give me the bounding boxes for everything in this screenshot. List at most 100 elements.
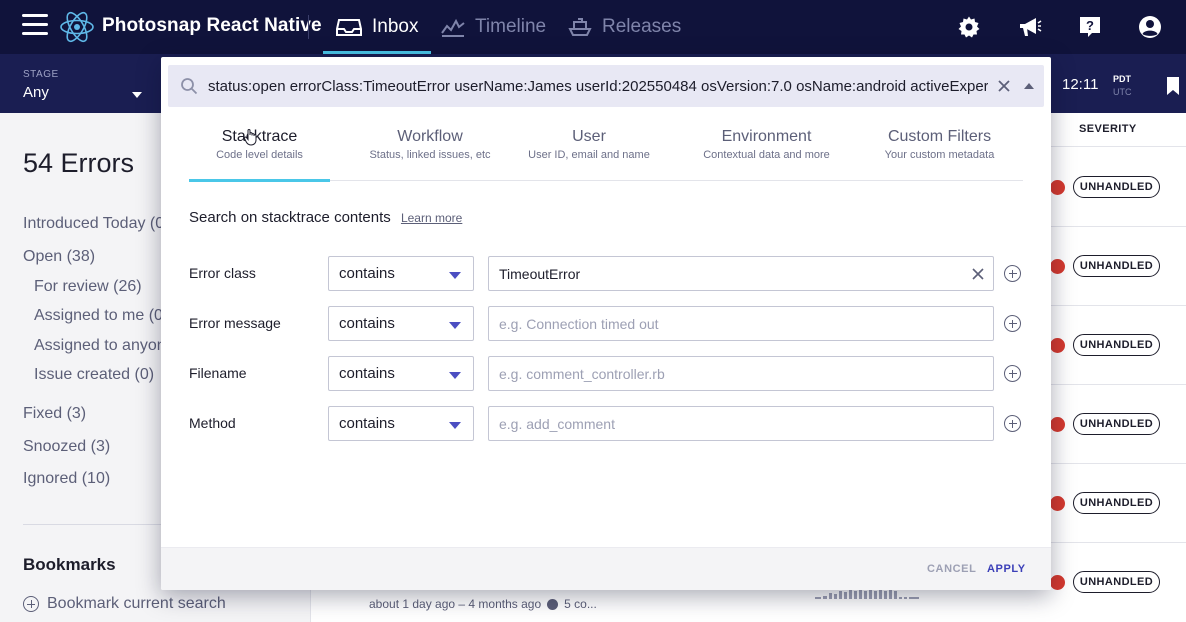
tab-stacktrace-title: Stacktrace bbox=[221, 128, 298, 145]
error-message-input[interactable] bbox=[488, 306, 994, 341]
add-circle-icon bbox=[23, 596, 39, 612]
sidebar-item-introduced-today[interactable]: Introduced Today (0) bbox=[23, 215, 169, 233]
sidebar-item-snoozed[interactable]: Snoozed (3) bbox=[23, 438, 110, 456]
error-class-operator-value: contains bbox=[339, 265, 395, 282]
tab-timeline[interactable]: Timeline bbox=[441, 0, 546, 54]
inbox-icon bbox=[336, 19, 362, 36]
tab-workflow[interactable]: Workflow Status, linked issues, etc bbox=[349, 117, 511, 181]
account-button[interactable] bbox=[1137, 14, 1163, 40]
filename-operator-select[interactable]: contains bbox=[328, 356, 474, 391]
tab-inbox-label: Inbox bbox=[372, 16, 419, 37]
tab-releases-label: Releases bbox=[602, 16, 682, 37]
tab-releases[interactable]: Releases bbox=[568, 0, 681, 54]
close-icon[interactable] bbox=[971, 267, 985, 281]
row-divider bbox=[1050, 463, 1186, 464]
chevron-up-icon[interactable] bbox=[1024, 83, 1034, 89]
app-title[interactable]: Photosnap React Native bbox=[102, 15, 322, 37]
bookmarks-title: Bookmarks bbox=[23, 555, 116, 574]
error-class-label: Error class bbox=[189, 265, 256, 281]
chevron-down-icon[interactable] bbox=[132, 92, 142, 98]
tab-user-title: User bbox=[572, 128, 606, 145]
help-icon: ? bbox=[1080, 17, 1100, 37]
search-bar bbox=[168, 65, 1044, 107]
timeline-icon bbox=[441, 18, 465, 37]
releases-icon bbox=[568, 18, 592, 36]
unhandled-badge: UNHANDLED bbox=[1073, 571, 1160, 593]
severity-column-header[interactable]: SEVERITY bbox=[1079, 123, 1137, 135]
tab-stacktrace[interactable]: Stacktrace Code level details bbox=[189, 117, 330, 182]
search-input[interactable] bbox=[208, 65, 988, 107]
method-input[interactable] bbox=[488, 406, 994, 441]
unhandled-badge: UNHANDLED bbox=[1073, 413, 1160, 435]
filename-input[interactable] bbox=[488, 356, 994, 391]
gear-icon bbox=[958, 16, 980, 38]
bookmark-icon[interactable] bbox=[1166, 76, 1180, 96]
help-button[interactable]: ? bbox=[1077, 14, 1103, 40]
announcements-button[interactable] bbox=[1017, 14, 1043, 40]
sidebar-item-assigned-to-anyone[interactable]: Assigned to anyone bbox=[34, 337, 175, 355]
tab-user[interactable]: User User ID, email and name bbox=[523, 117, 655, 181]
settings-button[interactable] bbox=[956, 14, 982, 40]
tab-environment-subtitle: Contextual data and more bbox=[703, 149, 830, 161]
error-message-operator-select[interactable]: contains bbox=[328, 306, 474, 341]
row-divider bbox=[1050, 226, 1186, 227]
tab-user-subtitle: User ID, email and name bbox=[528, 149, 650, 161]
column-header-divider bbox=[1050, 146, 1186, 147]
caret-down-icon bbox=[449, 422, 461, 429]
error-class-input[interactable] bbox=[488, 256, 994, 291]
list-item-timestamp: about 1 day ago – 4 months ago bbox=[369, 597, 542, 611]
unhandled-badge: UNHANDLED bbox=[1073, 334, 1160, 356]
stage-label: STAGE bbox=[23, 69, 59, 80]
unhandled-badge: UNHANDLED bbox=[1073, 492, 1160, 514]
add-method-button[interactable] bbox=[1004, 415, 1021, 432]
severity-error-dot bbox=[1050, 496, 1065, 511]
add-error-class-button[interactable] bbox=[1004, 265, 1021, 282]
add-filename-button[interactable] bbox=[1004, 365, 1021, 382]
tab-custom-filters[interactable]: Custom Filters Your custom metadata bbox=[874, 117, 1005, 181]
tab-environment-title: Environment bbox=[721, 128, 812, 145]
megaphone-icon bbox=[1020, 18, 1042, 36]
error-count-title: 54 Errors bbox=[23, 148, 135, 178]
cancel-button[interactable]: CANCEL bbox=[927, 563, 976, 575]
sidebar-item-open[interactable]: Open (38) bbox=[23, 248, 95, 266]
severity-error-dot bbox=[1050, 417, 1065, 432]
tab-workflow-subtitle: Status, linked issues, etc bbox=[369, 149, 491, 161]
severity-error-dot bbox=[1050, 575, 1065, 590]
tab-custom-filters-subtitle: Your custom metadata bbox=[884, 149, 995, 161]
caret-down-icon bbox=[449, 372, 461, 379]
timezone-pdt[interactable]: PDT bbox=[1113, 74, 1131, 84]
unhandled-badge: UNHANDLED bbox=[1073, 255, 1160, 277]
top-navigation: Photosnap React Native Inbox Timeline Re… bbox=[0, 0, 1186, 54]
time-range-value[interactable]: 12:11 bbox=[1062, 76, 1098, 93]
sidebar-item-issue-created[interactable]: Issue created (0) bbox=[34, 366, 154, 384]
search-icon bbox=[181, 78, 198, 95]
filter-tabs: Stacktrace Code level details Workflow S… bbox=[189, 117, 1023, 182]
search-filter-modal: Stacktrace Code level details Workflow S… bbox=[161, 57, 1051, 590]
tab-environment[interactable]: Environment Contextual data and more bbox=[694, 117, 839, 181]
stage-dropdown[interactable]: Any bbox=[23, 84, 49, 101]
severity-error-dot bbox=[1050, 338, 1065, 353]
bookmark-current-label: Bookmark current search bbox=[47, 595, 226, 612]
user-icon bbox=[1139, 16, 1161, 38]
method-operator-select[interactable]: contains bbox=[328, 406, 474, 441]
timezone-utc[interactable]: UTC bbox=[1113, 87, 1132, 97]
sidebar-item-ignored[interactable]: Ignored (10) bbox=[23, 470, 110, 488]
filename-operator-value: contains bbox=[339, 365, 395, 382]
row-divider bbox=[1050, 305, 1186, 306]
row-divider bbox=[1050, 542, 1186, 543]
learn-more-link[interactable]: Learn more bbox=[401, 211, 462, 225]
close-icon[interactable] bbox=[996, 78, 1012, 94]
severity-error-dot bbox=[1050, 259, 1065, 274]
sidebar-item-fixed[interactable]: Fixed (3) bbox=[23, 405, 86, 423]
hamburger-menu-icon[interactable] bbox=[22, 14, 48, 36]
row-divider bbox=[1050, 384, 1186, 385]
list-item-comments[interactable]: 5 co... bbox=[564, 597, 597, 611]
bookmark-current-search-button[interactable]: Bookmark current search bbox=[23, 595, 226, 613]
error-class-operator-select[interactable]: contains bbox=[328, 256, 474, 291]
apply-button[interactable]: APPLY bbox=[987, 563, 1026, 575]
add-error-message-button[interactable] bbox=[1004, 315, 1021, 332]
error-message-operator-value: contains bbox=[339, 315, 395, 332]
sidebar-item-for-review[interactable]: For review (26) bbox=[34, 278, 142, 296]
sidebar-item-assigned-to-me[interactable]: Assigned to me (0) bbox=[34, 307, 168, 325]
tab-inbox[interactable]: Inbox bbox=[323, 0, 432, 54]
